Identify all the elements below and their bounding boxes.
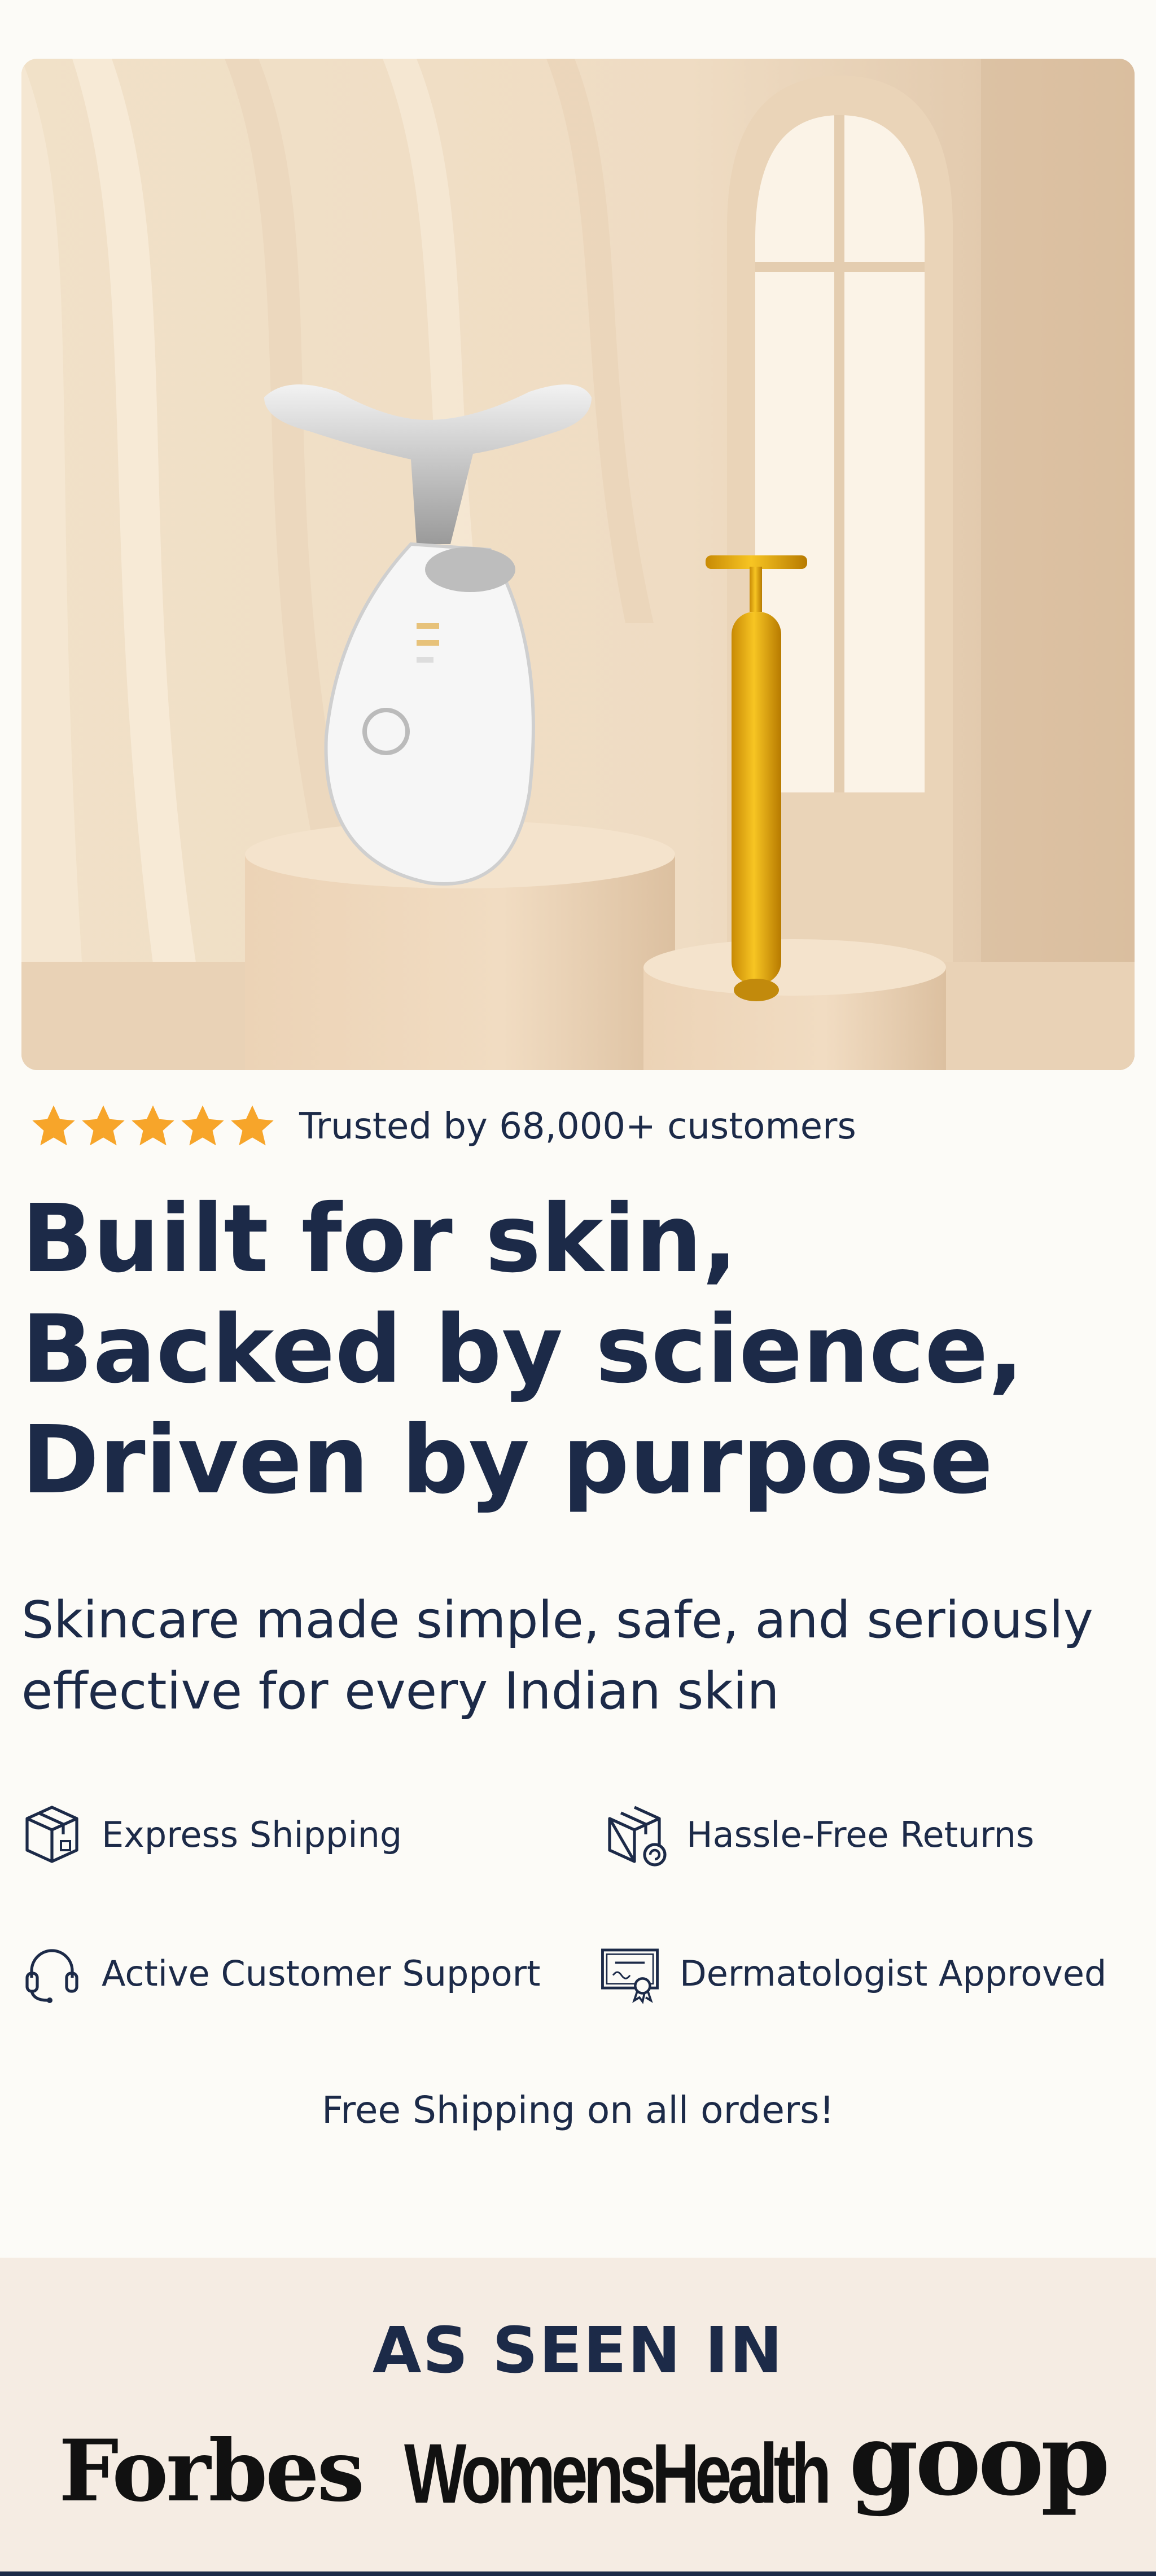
- goop-logo: goop: [849, 2401, 1110, 2518]
- page-subheadline: Skincare made simple, safe, and seriousl…: [21, 1591, 1093, 1721]
- star-icon: [231, 1105, 274, 1146]
- feature-customer-support: Active Customer Support: [20, 1939, 540, 2007]
- feature-hassle-free-returns: Hassle-Free Returns: [605, 1800, 1034, 1868]
- feature-dermatologist-approved: Dermatologist Approved: [598, 1939, 1106, 2007]
- page-headline: Built for skin, Backed by science, Drive…: [21, 1185, 1024, 1515]
- star-icon: [181, 1105, 224, 1146]
- feature-label: Hassle-Free Returns: [686, 1813, 1035, 1855]
- star-icon: [82, 1105, 125, 1146]
- feature-label: Active Customer Support: [102, 1952, 541, 1994]
- star-icon: [32, 1105, 75, 1146]
- return-box-icon: [608, 1806, 667, 1867]
- forbes-logo: Forbes: [59, 2421, 365, 2521]
- free-shipping-note: Free Shipping on all orders!: [321, 2088, 835, 2132]
- headset-icon: [25, 1949, 78, 2003]
- as-seen-in-title: AS SEEN IN: [372, 2314, 784, 2387]
- feature-label: Dermatologist Approved: [680, 1952, 1107, 1994]
- hero-illustration: [21, 59, 1135, 1070]
- product-hero-image: [21, 59, 1135, 1070]
- star-icon: [132, 1105, 174, 1146]
- box-icon: [25, 1806, 78, 1863]
- rating-row: Trusted by 68,000+ customers: [29, 1101, 856, 1153]
- feature-express-shipping: Express Shipping: [20, 1800, 402, 1868]
- section-divider: [0, 2571, 1156, 2576]
- certificate-icon: [601, 1948, 659, 2004]
- feature-label: Express Shipping: [102, 1813, 402, 1855]
- trust-text: Trusted by 68,000+ customers: [299, 1106, 856, 1147]
- star-rating: [29, 1102, 277, 1151]
- as-seen-in-section: AS SEEN IN Forbes WomensHealth goop: [0, 2258, 1156, 2576]
- womens-health-logo: WomensHealth: [404, 2426, 831, 2521]
